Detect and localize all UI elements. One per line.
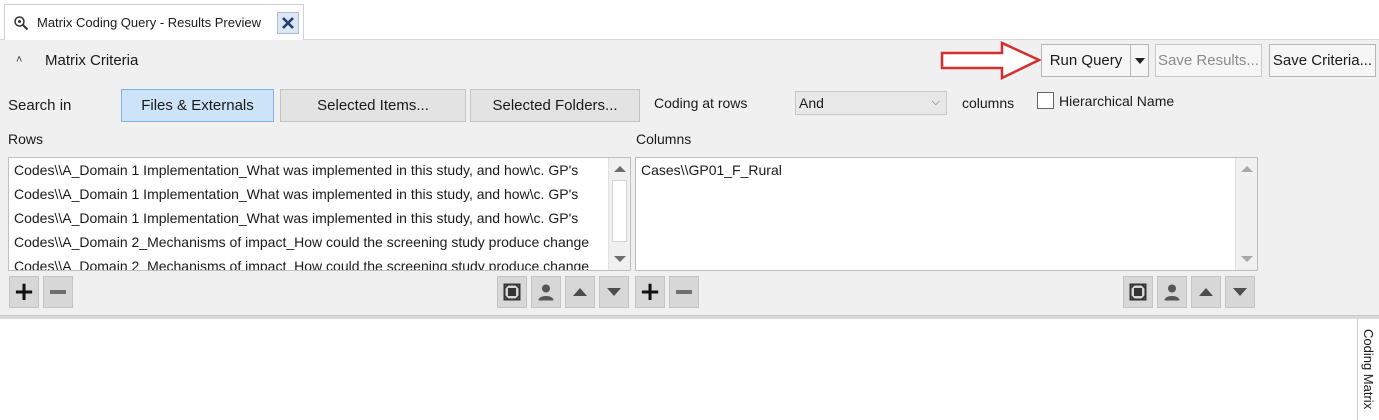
save-results-label: Save Results... bbox=[1158, 52, 1259, 69]
columns-scrollbar[interactable] bbox=[1235, 158, 1257, 270]
save-results-button[interactable]: Save Results... bbox=[1155, 44, 1262, 77]
remove-row-button[interactable] bbox=[43, 276, 73, 308]
move-down-button[interactable] bbox=[599, 276, 629, 308]
scroll-thumb[interactable] bbox=[612, 180, 627, 242]
columns-suffix-label: columns bbox=[962, 95, 1015, 111]
files-externals-label: Files & Externals bbox=[141, 97, 254, 114]
run-query-dropdown[interactable] bbox=[1130, 44, 1149, 77]
run-query-label: Run Query bbox=[1049, 52, 1123, 69]
scroll-up-icon[interactable] bbox=[1241, 166, 1253, 172]
magnifier-icon bbox=[13, 15, 29, 31]
list-item[interactable]: Codes\\A_Domain 1 Implementation_What wa… bbox=[9, 206, 630, 230]
list-item[interactable]: Codes\\A_Domain 1 Implementation_What wa… bbox=[9, 158, 630, 182]
list-item[interactable]: Codes\\A_Domain 2_Mechanisms of impact_H… bbox=[9, 230, 630, 254]
scroll-down-icon[interactable] bbox=[614, 256, 626, 262]
dropdown-arrow-icon bbox=[1134, 57, 1145, 64]
coding-matrix-side-tab[interactable]: Coding Matrix bbox=[1357, 319, 1379, 420]
tab-bar: Matrix Coding Query - Results Preview bbox=[0, 0, 1379, 40]
operator-select[interactable]: And ⌵ bbox=[795, 91, 947, 115]
remove-column-button[interactable] bbox=[669, 276, 699, 308]
coding-at-rows-label: Coding at rows bbox=[654, 95, 748, 111]
selected-items-button[interactable]: Selected Items... bbox=[280, 89, 466, 122]
list-item[interactable]: Codes\\A_Domain 2_Mechanisms of impact_H… bbox=[9, 254, 630, 270]
arrow-up-icon bbox=[1199, 288, 1213, 296]
save-criteria-button[interactable]: Save Criteria... bbox=[1269, 44, 1376, 77]
selected-folders-button[interactable]: Selected Folders... bbox=[470, 89, 640, 122]
add-column-button[interactable]: + bbox=[635, 276, 665, 308]
annotation-arrow bbox=[940, 41, 1042, 80]
add-row-button[interactable]: + bbox=[9, 276, 39, 308]
tab-title: Matrix Coding Query - Results Preview bbox=[37, 15, 261, 30]
operator-value: And bbox=[799, 95, 824, 111]
minus-icon bbox=[676, 290, 692, 294]
search-in-label: Search in bbox=[8, 97, 72, 114]
select-cases-button[interactable] bbox=[531, 276, 561, 308]
select-project-items-button[interactable] bbox=[1123, 276, 1153, 308]
frame-icon bbox=[1129, 283, 1147, 301]
hierarchical-name-label: Hierarchical Name bbox=[1059, 93, 1175, 109]
rows-scrollbar[interactable] bbox=[608, 158, 630, 270]
collapse-chevron-icon[interactable]: ˄ bbox=[16, 54, 22, 66]
move-up-button[interactable] bbox=[1191, 276, 1221, 308]
move-up-button[interactable] bbox=[565, 276, 595, 308]
minus-icon bbox=[50, 290, 66, 294]
side-tab-label: Coding Matrix bbox=[1361, 329, 1376, 410]
person-icon bbox=[538, 284, 554, 301]
plus-icon: + bbox=[639, 277, 661, 307]
close-icon[interactable] bbox=[277, 12, 299, 34]
select-project-items-button[interactable] bbox=[497, 276, 527, 308]
matrix-criteria-panel: ˄ Matrix Criteria Run Query Save Results… bbox=[0, 40, 1379, 315]
save-criteria-label: Save Criteria... bbox=[1272, 52, 1373, 69]
rows-list[interactable]: Codes\\A_Domain 1 Implementation_What wa… bbox=[8, 157, 631, 271]
arrow-down-icon bbox=[1233, 288, 1247, 296]
panel-title: Matrix Criteria bbox=[45, 52, 139, 69]
person-icon bbox=[1164, 284, 1180, 301]
rows-label: Rows bbox=[8, 131, 44, 147]
selected-folders-label: Selected Folders... bbox=[492, 97, 618, 114]
results-area: Coding Matrix bbox=[0, 319, 1379, 420]
files-externals-toggle[interactable]: Files & Externals bbox=[121, 89, 274, 122]
selected-items-label: Selected Items... bbox=[317, 97, 429, 114]
arrow-up-icon bbox=[573, 288, 587, 296]
select-cases-button[interactable] bbox=[1157, 276, 1187, 308]
list-item[interactable]: Cases\\GP01_F_Rural bbox=[636, 158, 1257, 182]
scroll-up-icon[interactable] bbox=[614, 166, 626, 172]
chevron-down-icon: ⌵ bbox=[931, 96, 940, 108]
tab-results-preview[interactable]: Matrix Coding Query - Results Preview bbox=[4, 4, 304, 40]
list-item[interactable]: Codes\\A_Domain 1 Implementation_What wa… bbox=[9, 182, 630, 206]
run-query-button[interactable]: Run Query bbox=[1041, 44, 1131, 77]
plus-icon: + bbox=[13, 277, 35, 307]
frame-icon bbox=[503, 283, 521, 301]
columns-label: Columns bbox=[636, 131, 692, 147]
move-down-button[interactable] bbox=[1225, 276, 1255, 308]
columns-list[interactable]: Cases\\GP01_F_Rural bbox=[635, 157, 1258, 271]
arrow-down-icon bbox=[607, 288, 621, 296]
hierarchical-name-checkbox[interactable] bbox=[1037, 92, 1054, 109]
scroll-down-icon[interactable] bbox=[1241, 256, 1253, 262]
